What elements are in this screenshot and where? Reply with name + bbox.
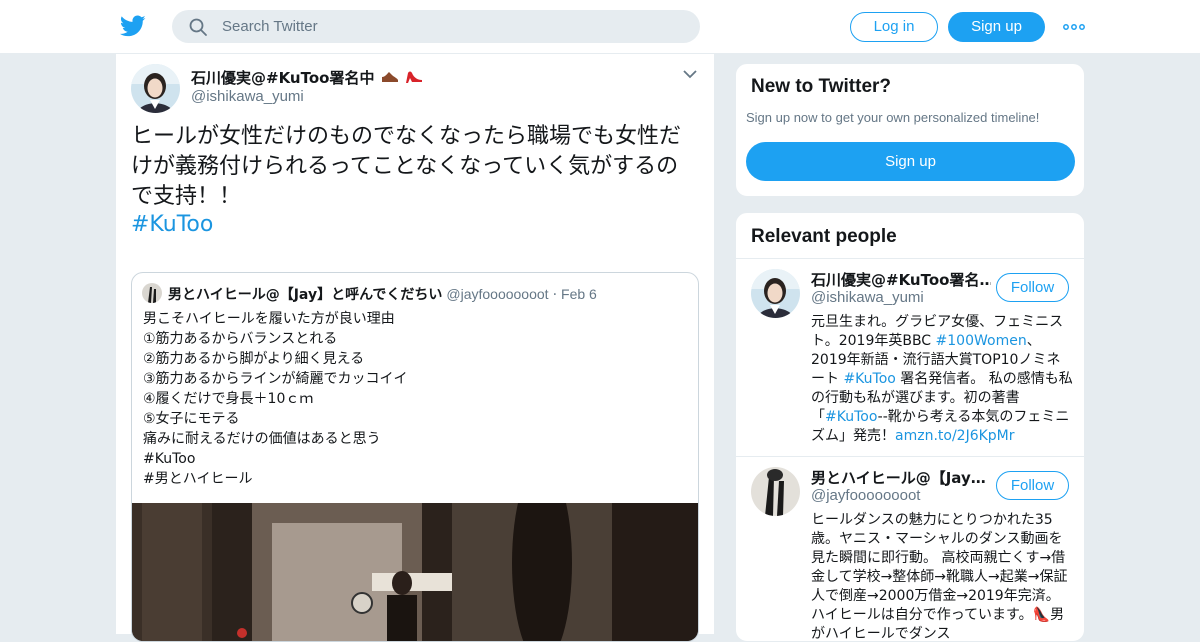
quoted-hashtag[interactable]: #KuToo	[143, 449, 683, 469]
chevron-down-icon[interactable]	[682, 68, 698, 80]
new-to-twitter-subtitle: Sign up now to get your own personalized…	[746, 110, 1040, 125]
follow-button[interactable]: Follow	[996, 471, 1069, 500]
follow-button[interactable]: Follow	[996, 273, 1069, 302]
person-name[interactable]: 石川優実@#KuToo署名…	[811, 269, 991, 290]
bio-hashtag-link[interactable]: #KuToo	[843, 371, 895, 387]
login-button[interactable]: Log in	[850, 12, 938, 42]
quoted-text-line: ②筋力あるから脚がより細く見える	[143, 351, 365, 367]
bio-url-link[interactable]: amzn.to/2J6KpMr	[895, 428, 1015, 444]
high-heel-emoji-icon	[405, 71, 422, 83]
high-heel-emoji-icon: 👠	[1032, 607, 1051, 623]
tweet-author-name-text: 石川優実@#KuToo署名中	[191, 69, 375, 87]
quoted-text-line: 痛みに耐えるだけの価値はあると思う	[143, 431, 381, 447]
tweet-author-name[interactable]: 石川優実@#KuToo署名中	[191, 67, 424, 88]
signup-button[interactable]: Sign up	[948, 12, 1045, 42]
search-icon	[189, 18, 207, 36]
quoted-header: 男とハイヒール@【Jay】と呼んでくだちい @jayfoooooooot · Feb …	[168, 284, 597, 304]
person-bio: 元旦生まれ。グラビア女優、フェミニスト。2019年英BBC #100Women、…	[811, 313, 1073, 446]
more-options-icon[interactable]	[1062, 17, 1086, 37]
person-avatar[interactable]	[751, 467, 800, 516]
top-bar: Log in Sign up	[0, 0, 1200, 54]
tweet-text: ヒールが女性だけのものでなくなったら職場でも女性だけが義務付けられるってことなく…	[131, 124, 682, 209]
tweet-author-handle[interactable]: @ishikawa_yumi	[191, 88, 304, 105]
twitter-logo-icon[interactable]	[120, 13, 146, 39]
quoted-separator: ·	[552, 287, 558, 303]
quoted-date[interactable]: Feb 6	[561, 286, 597, 302]
relevant-people-title: Relevant people	[751, 226, 897, 247]
search-input[interactable]	[222, 10, 682, 43]
quoted-hashtag[interactable]: #男とハイヒール	[143, 469, 683, 489]
relevant-people-card: Relevant people 石川優実@#KuToo署名… @ishikawa…	[735, 212, 1085, 642]
quoted-text-line: ④履くだけで身長＋10ｃｍ	[143, 391, 314, 407]
person-name[interactable]: 男とハイヒール@【Jay…	[811, 467, 991, 488]
quoted-author-avatar	[142, 283, 162, 303]
divider	[736, 258, 1084, 259]
person-handle[interactable]: @jayfoooooooot	[811, 487, 920, 504]
new-to-twitter-title: New to Twitter?	[751, 76, 892, 97]
sidebar-signup-button[interactable]: Sign up	[746, 142, 1075, 181]
quoted-media-image[interactable]	[132, 503, 699, 642]
quoted-text-line: ①筋力あるからバランスとれる	[143, 331, 338, 347]
quoted-text-line: ③筋力あるからラインが綺麗でカッコイイ	[143, 371, 408, 387]
bio-hashtag-link[interactable]: #KuToo	[825, 409, 878, 425]
person-bio: ヒールダンスの魅力にとりつかれた35歳。ヤニス・マーシャルのダンス動画を見た瞬間…	[811, 511, 1073, 641]
tweet-author-avatar[interactable]	[131, 64, 180, 113]
divider	[736, 456, 1084, 457]
quoted-tweet[interactable]: 男とハイヒール@【Jay】と呼んでくだちい @jayfoooooooot · Feb …	[131, 272, 699, 642]
tweet-column: 石川優実@#KuToo署名中 @ishikawa_yumi ヒールが女性だけのも…	[115, 54, 715, 642]
tweet-hashtag-link[interactable]: #KuToo	[131, 212, 213, 237]
quoted-text-line: 男こそハイヒールを履いた方が良い理由	[143, 311, 395, 327]
person-handle[interactable]: @ishikawa_yumi	[811, 289, 924, 306]
search-box[interactable]	[172, 10, 700, 43]
new-to-twitter-card: New to Twitter? Sign up now to get your …	[735, 63, 1085, 197]
bio-text: ヒールダンスの魅力にとりつかれた35歳。ヤニス・マーシャルのダンス動画を見た瞬間…	[811, 512, 1068, 623]
shoe-emoji-icon	[381, 72, 398, 82]
person-avatar[interactable]	[751, 269, 800, 318]
quoted-text: 男こそハイヒールを履いた方が良い理由 ①筋力あるからバランスとれる ②筋力あるか…	[143, 309, 683, 489]
quoted-author-handle[interactable]: @jayfoooooooot	[446, 286, 548, 302]
bio-hashtag-link[interactable]: #100Women	[936, 333, 1027, 349]
quoted-author-name[interactable]: 男とハイヒール@【Jay】と呼んでくだちい	[168, 287, 442, 303]
quoted-text-line: ⑤女子にモテる	[143, 411, 240, 427]
